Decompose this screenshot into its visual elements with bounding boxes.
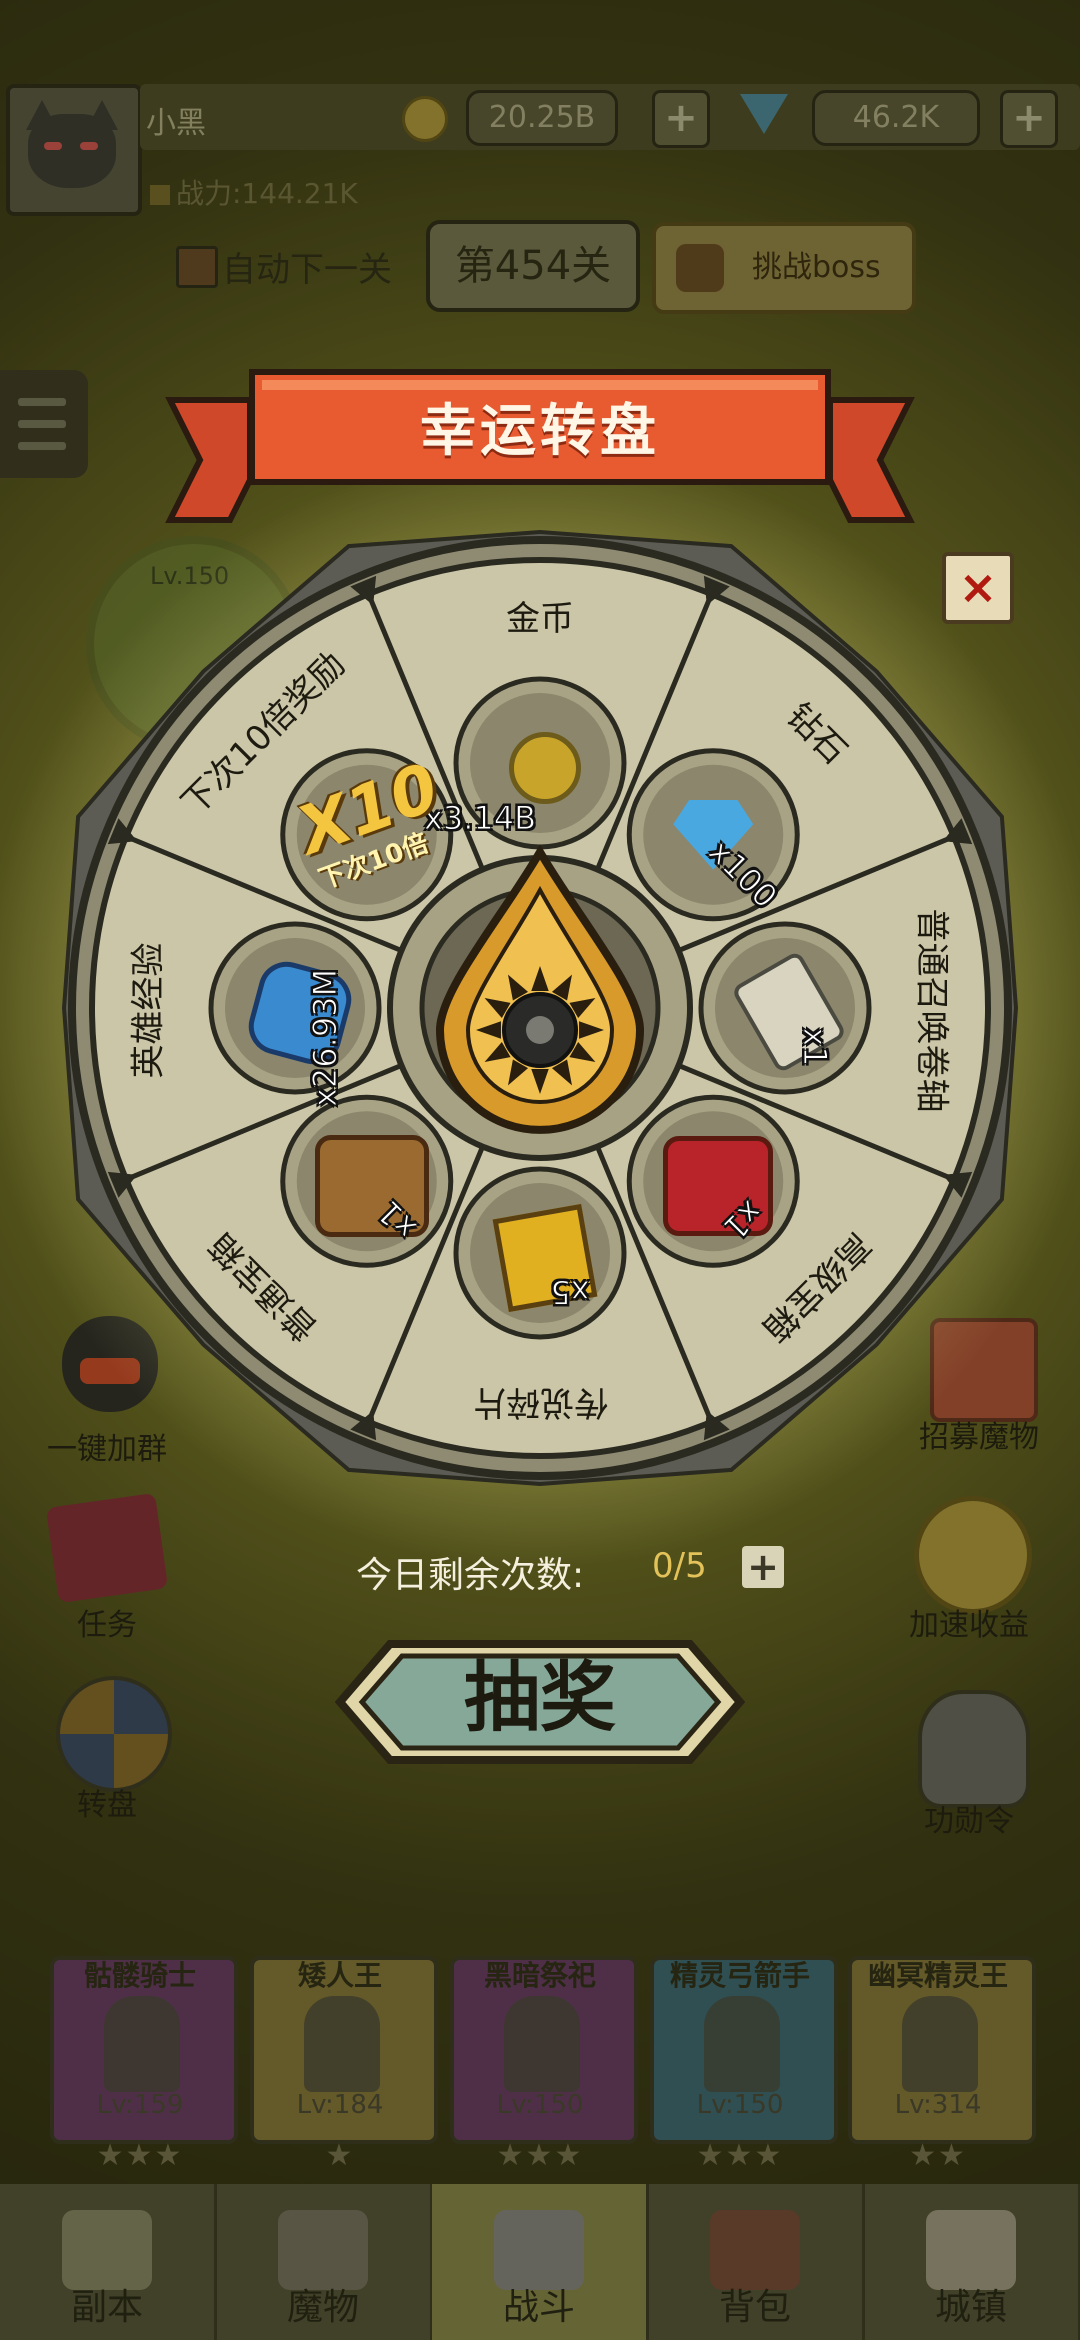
reward-label: 英雄经验 (128, 942, 169, 1079)
add-spins-button[interactable]: + (742, 1546, 784, 1588)
lucky-wheel (0, 369, 1080, 1764)
draw-button[interactable]: 抽奖 (340, 1648, 740, 1748)
reward-label: 金币 (506, 599, 574, 639)
reward-label: 普通召唤卷轴 (911, 908, 952, 1113)
reward-label: 传说碎片 (472, 1382, 608, 1422)
pointer-pivot-cap (526, 1016, 554, 1044)
banner-left-tail (165, 397, 253, 523)
reward-quantity: x1 (796, 1027, 835, 1067)
wheel-title: 幸运转盘 (420, 399, 660, 464)
gold-coin-icon (509, 732, 581, 804)
reward-quantity: x5 (550, 1273, 590, 1312)
close-button[interactable]: × (942, 552, 1014, 624)
banner-right-tail (827, 397, 915, 523)
reward-quantity: x26.93M (306, 968, 345, 1107)
remaining-spins-label: 今日剩余次数: (356, 1555, 585, 1596)
remaining-spins-value: 0/5 (652, 1546, 707, 1586)
